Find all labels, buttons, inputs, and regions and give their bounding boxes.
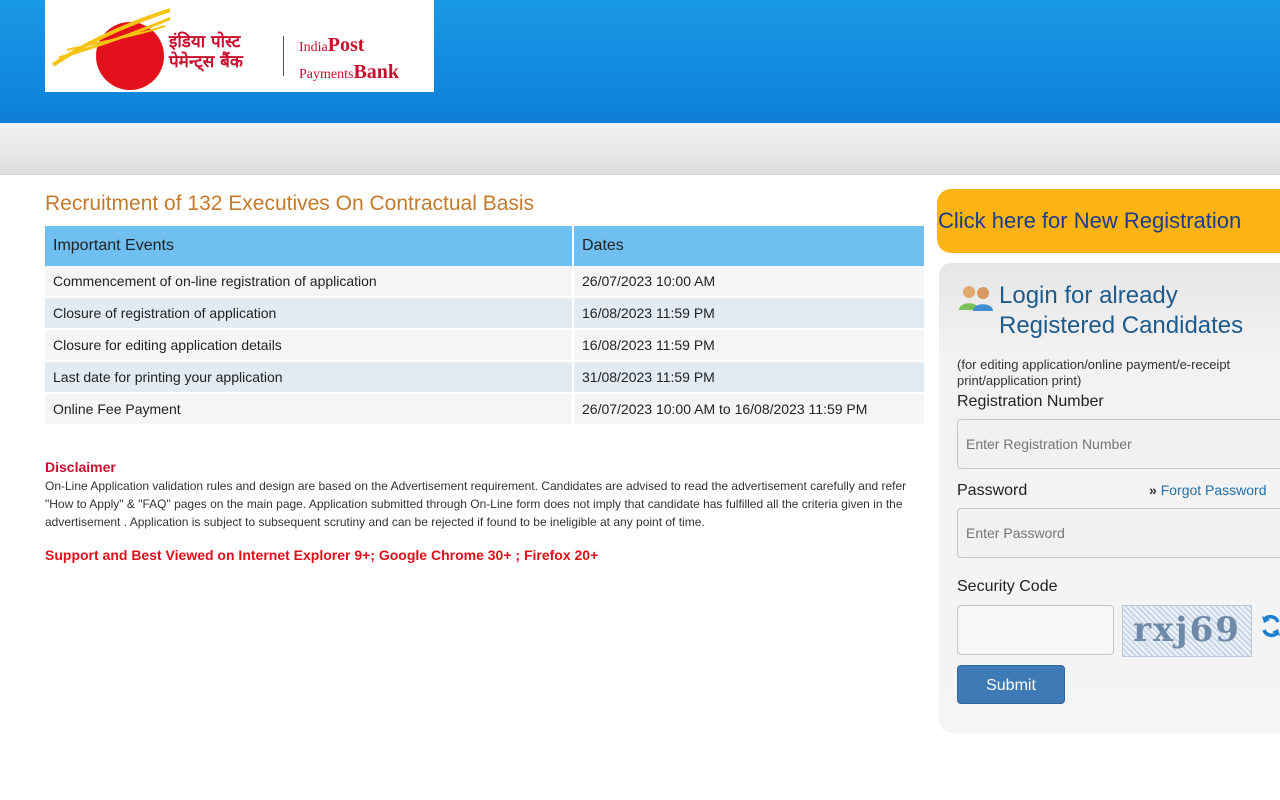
logo-hindi-line2: पेमेन्ट्स बैंक [169, 52, 243, 72]
captcha-image: rxj69 [1122, 605, 1252, 657]
forgot-password-link[interactable]: » Forgot Password [1149, 482, 1267, 498]
table-row: Closure of registration of application 1… [45, 297, 926, 330]
password-input[interactable] [957, 508, 1280, 558]
table-row: Online Fee Payment 26/07/2023 10:00 AM t… [45, 393, 926, 426]
forgot-password-label: Forgot Password [1160, 482, 1267, 498]
disclaimer-title: Disclaimer [45, 459, 116, 475]
event-cell: Closure for editing application details [45, 329, 574, 362]
browser-support-note: Support and Best Viewed on Internet Expl… [45, 547, 599, 563]
double-chevron-right-icon: » [1149, 482, 1157, 498]
logo-payments-text: Payments [299, 67, 354, 82]
login-title-line2: Registered Candidates [999, 312, 1244, 339]
submit-button[interactable]: Submit [957, 665, 1065, 704]
refresh-captcha-icon[interactable] [1260, 613, 1280, 639]
logo-hindi-text: इंडिया पोस्ट पेमेन्ट्स बैंक [169, 32, 243, 72]
event-cell: Online Fee Payment [45, 393, 574, 426]
login-note: (for editing application/online payment/… [957, 357, 1231, 388]
disclaimer-text: On-Line Application validation rules and… [45, 479, 907, 529]
main-content: Recruitment of 132 Executives On Contrac… [45, 190, 927, 563]
password-label: Password [957, 482, 1028, 499]
table-row: Commencement of on-line registration of … [45, 266, 926, 298]
registration-number-label: Registration Number [957, 393, 1104, 410]
event-cell: Last date for printing your application [45, 361, 574, 394]
event-cell: Commencement of on-line registration of … [45, 266, 574, 298]
login-title-line1: Login for already [999, 282, 1178, 309]
date-cell: 26/07/2023 10:00 AM [573, 266, 926, 298]
logo-bank-text: Bank [353, 61, 400, 83]
security-code-input[interactable] [957, 605, 1114, 655]
page-title: Recruitment of 132 Executives On Contrac… [45, 192, 535, 215]
header-important-events: Important Events [45, 226, 574, 266]
events-table: Important Events Dates Commencement of o… [45, 226, 926, 426]
logo-hindi-line1: इंडिया पोस्ट [169, 32, 241, 52]
captcha-text: rxj69 [1133, 610, 1241, 650]
logo-post-text: Post [327, 34, 365, 56]
header-bar: इंडिया पोस्ट पेमेन्ट्स बैंक IndiaPost Pa… [0, 0, 1280, 123]
logo-emblem-icon [51, 8, 170, 90]
new-registration-button[interactable]: Click here for New Registration [937, 189, 1280, 253]
nav-bar [0, 123, 1280, 175]
date-cell: 26/07/2023 10:00 AM to 16/08/2023 11:59 … [573, 393, 926, 426]
date-cell: 16/08/2023 11:59 PM [573, 329, 926, 362]
table-row: Closure for editing application details … [45, 329, 926, 362]
logo-divider [283, 36, 284, 76]
logo-english-text: IndiaPost PaymentsBank [299, 33, 399, 87]
login-title: Login for already Registered Candidates [999, 281, 1243, 341]
header-dates: Dates [573, 226, 926, 266]
table-header-row: Important Events Dates [45, 226, 926, 266]
date-cell: 31/08/2023 11:59 PM [573, 361, 926, 394]
table-row: Last date for printing your application … [45, 361, 926, 394]
date-cell: 16/08/2023 11:59 PM [573, 297, 926, 330]
logo-india-text: India [299, 40, 328, 55]
login-panel: Login for already Registered Candidates … [939, 263, 1280, 733]
registration-number-input[interactable] [957, 419, 1280, 469]
ippb-logo[interactable]: इंडिया पोस्ट पेमेन्ट्स बैंक IndiaPost Pa… [45, 0, 434, 92]
security-code-label: Security Code [957, 578, 1058, 595]
event-cell: Closure of registration of application [45, 297, 574, 330]
users-icon [959, 286, 993, 311]
